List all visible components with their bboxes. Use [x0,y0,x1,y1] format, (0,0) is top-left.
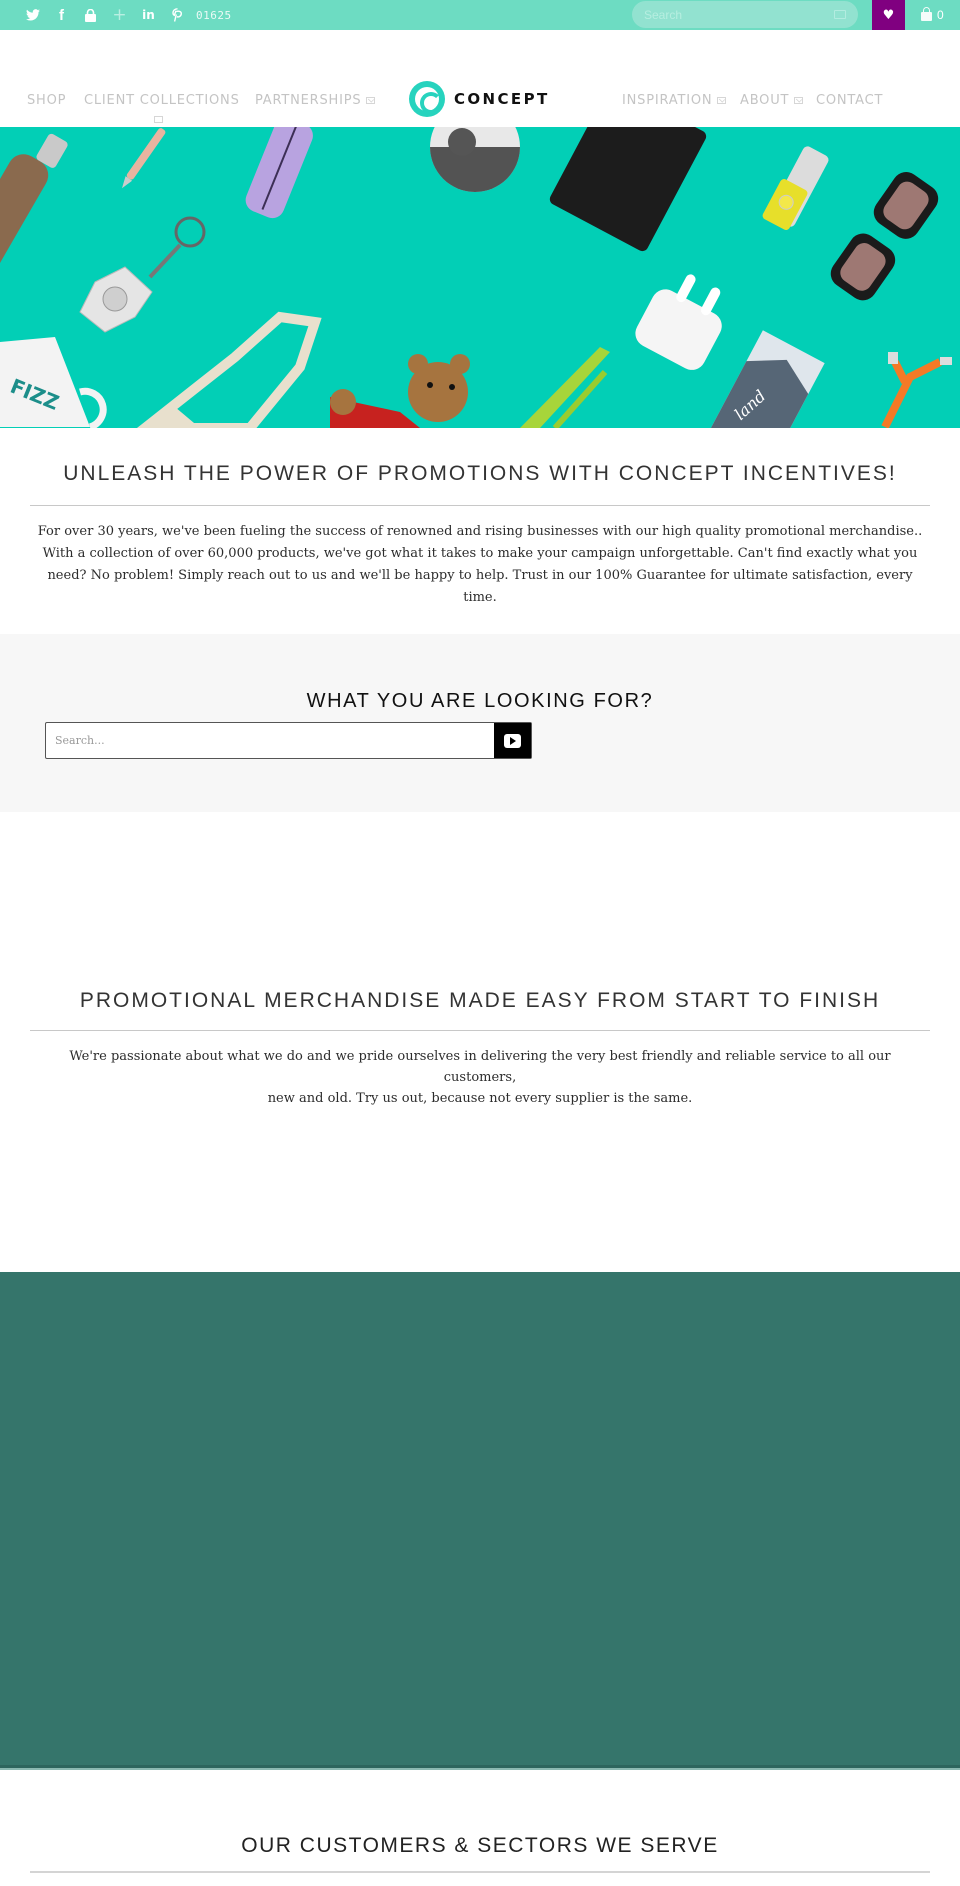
main-header: SHOP CLIENT COLLECTIONS PARTNERSHIPS CON… [0,30,960,127]
easy-text: We're passionate about what we do and we… [40,1046,920,1109]
social-links: f + in 01625 [18,0,232,30]
play-arrow-icon [504,733,521,748]
cart-button[interactable]: 0 [921,0,944,30]
linkedin-icon[interactable]: in [134,0,163,30]
nav-contact[interactable]: CONTACT [816,93,883,108]
teddy-bear-image [330,354,470,428]
nav-label: SHOP [27,93,67,108]
sunglasses-image [830,172,939,301]
intro-title: UNLEASH THE POWER OF PROMOTIONS WITH CON… [63,462,897,485]
search-submit-icon[interactable] [834,10,846,19]
intro-line: With a collection of over 60,000 product… [42,546,918,561]
easy-title: PROMOTIONAL MERCHANDISE MADE EASY FROM S… [79,989,881,1012]
phone-number[interactable]: 01625 [196,9,232,22]
teal-feature-block [0,1272,960,1770]
wishlist-button[interactable]: ♥ [872,0,905,30]
finder-title: WHAT YOU ARE LOOKING FOR? [306,690,654,712]
cart-count: 0 [937,8,944,22]
intro-section: UNLEASH THE POWER OF PROMOTIONS WITH CON… [0,428,960,609]
customers-title: OUR CUSTOMERS & SECTORS WE SERVE [241,1834,719,1857]
chocolate-bar-image: land [706,330,825,428]
header-search-input[interactable] [644,7,824,22]
tote-bag-image [136,311,322,428]
hero-products-illustration: FIZZ land [0,127,952,428]
nav-label: PARTNERSHIPS [255,93,362,108]
dropdown-icon [366,97,376,104]
product-search-form [45,722,532,759]
keyring-image [79,216,206,333]
nav-partnerships[interactable]: PARTNERSHIPS [255,93,376,108]
mug-image: FIZZ [0,337,107,428]
intro-line: For over 30 years, we've been fueling th… [37,524,923,539]
client-collections-dropdown-icon[interactable] [154,116,163,123]
merchandise-made-easy-section: PROMOTIONAL MERCHANDISE MADE EASY FROM S… [0,812,960,1272]
intro-line: need? No problem! Simply reach out to us… [47,568,913,605]
nav-label: ABOUT [740,93,790,108]
search-submit-button[interactable] [494,723,531,758]
divider [30,1030,930,1031]
header-search[interactable] [632,1,858,28]
pen-image [121,128,166,189]
beach-ball-image [430,127,520,192]
hero-banner[interactable]: FIZZ land [0,127,960,428]
logo[interactable]: CONCEPT [409,81,550,117]
shopping-bag-icon [921,7,932,21]
dropdown-icon [717,97,727,104]
water-bottle-image [0,133,68,329]
nav-shop[interactable]: SHOP [27,93,66,108]
nav-client-collections[interactable]: CLIENT COLLECTIONS [84,93,240,108]
logo-mark-icon [409,81,445,117]
facebook-icon[interactable]: f [47,0,76,30]
nav-label: INSPIRATION [622,93,713,108]
divider [30,1871,930,1873]
notebook-image [549,127,707,252]
nav-label: CONTACT [816,93,884,108]
pencil-case-image [245,127,313,219]
dropdown-icon [794,97,804,104]
twitter-icon[interactable] [18,0,47,30]
product-search-input[interactable] [46,723,494,758]
nav-inspiration[interactable]: INSPIRATION [622,93,727,108]
product-search-section: WHAT YOU ARE LOOKING FOR? [0,634,960,812]
divider [30,505,930,506]
lock-icon[interactable] [76,0,105,30]
heart-icon: ♥ [882,7,895,23]
easy-line: We're passionate about what we do and we… [69,1049,891,1085]
earbuds-image [635,274,722,370]
easy-line: new and old. Try us out, because not eve… [267,1091,693,1106]
pinterest-icon[interactable] [163,0,192,30]
usb-stick-image [762,146,829,231]
customers-section: OUR CUSTOMERS & SECTORS WE SERVE [0,1770,960,1886]
lanyard-image [520,347,610,428]
nav-about[interactable]: ABOUT [740,93,804,108]
charging-cable-image [881,352,952,428]
nav-label: CLIENT COLLECTIONS [84,93,240,108]
logo-text: CONCEPT [454,90,550,108]
top-bar: f + in 01625 ♥ 0 [0,0,960,30]
plus-icon[interactable]: + [105,0,134,30]
intro-text: For over 30 years, we've been fueling th… [30,521,930,609]
